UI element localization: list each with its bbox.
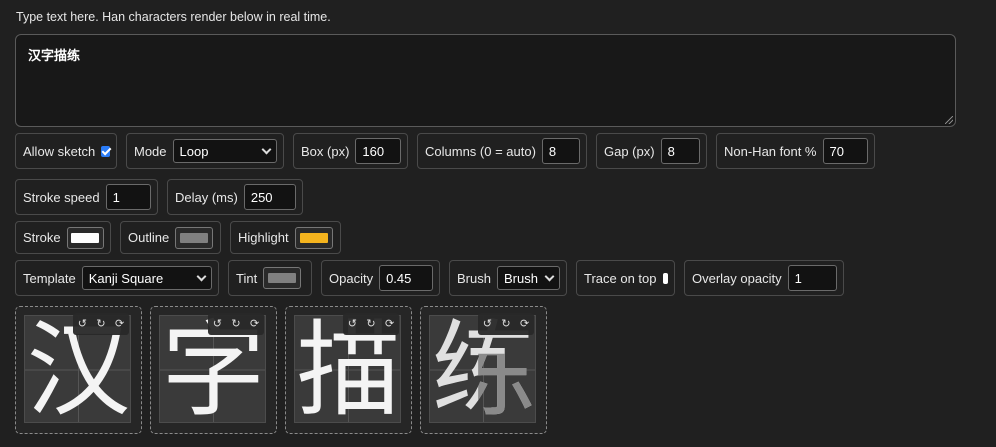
- highlight-color-control: Highlight: [230, 221, 341, 254]
- practice-cell[interactable]: 字 ↺ ↻ ⟳: [150, 306, 277, 434]
- tint-color-control: Tint: [228, 260, 312, 296]
- chevron-down-icon: [544, 271, 555, 281]
- undo-icon[interactable]: ↺: [483, 318, 492, 330]
- columns-control: Columns (0 = auto) 8: [417, 133, 587, 169]
- stroke-color-control: Stroke: [15, 221, 111, 254]
- stroke-speed-input-value: 1: [112, 189, 120, 205]
- overlay-opacity-label: Overlay opacity: [692, 270, 782, 286]
- allow-sketch-label: Allow sketch: [23, 143, 96, 159]
- redo-icon[interactable]: ↻: [501, 318, 510, 330]
- highlight-color-picker[interactable]: [294, 226, 333, 249]
- tint-color-picker[interactable]: [263, 267, 302, 289]
- overlay-opacity-control: Overlay opacity 1: [684, 260, 844, 296]
- template-label: Template: [23, 270, 76, 286]
- box-input-value: 160: [362, 143, 385, 159]
- chevron-down-icon: [261, 144, 272, 154]
- brush-select-value: Brush: [503, 270, 538, 286]
- allow-sketch-checkbox[interactable]: [101, 145, 110, 157]
- highlight-color-swatch: [299, 232, 328, 243]
- stroke-speed-input[interactable]: 1: [105, 184, 151, 210]
- replay-icon[interactable]: ⟳: [385, 318, 394, 330]
- tint-color-label: Tint: [236, 270, 258, 286]
- cell-toolbar: ↺ ↻ ⟳: [73, 313, 129, 335]
- allow-sketch-control: Allow sketch: [15, 133, 117, 169]
- undo-icon[interactable]: ↺: [78, 318, 87, 330]
- box-label: Box (px): [301, 143, 350, 159]
- highlight-color-label: Highlight: [238, 230, 289, 245]
- brush-label: Brush: [457, 270, 491, 286]
- text-input-area[interactable]: 汉字描练: [15, 34, 956, 127]
- nonhan-font-label: Non-Han font %: [724, 143, 817, 159]
- replay-icon[interactable]: ⟳: [520, 318, 529, 330]
- mode-select-value: Loop: [179, 143, 209, 159]
- opacity-input-value: 0.45: [386, 270, 412, 286]
- nonhan-font-input-value: 70: [829, 143, 844, 159]
- mode-control: Mode Loop: [126, 133, 284, 169]
- box-control: Box (px) 160: [293, 133, 408, 169]
- resize-handle[interactable]: [945, 116, 953, 124]
- practice-cell[interactable]: 汉 ↺ ↻ ⟳: [15, 306, 142, 434]
- trace-on-top-checkbox[interactable]: [662, 272, 668, 284]
- trace-on-top-label: Trace on top: [584, 270, 657, 286]
- cell-toolbar: ↺ ↻ ⟳: [478, 313, 534, 335]
- outline-color-label: Outline: [128, 230, 170, 245]
- box-input[interactable]: 160: [355, 138, 401, 164]
- undo-icon[interactable]: ↺: [213, 318, 222, 330]
- delay-input[interactable]: 250: [243, 184, 296, 210]
- replay-icon[interactable]: ⟳: [115, 318, 124, 330]
- cell-toolbar: ↺ ↻ ⟳: [343, 313, 399, 335]
- nonhan-font-control: Non-Han font % 70: [716, 133, 875, 169]
- settings-row-4: Template Kanji Square Tint Opacity 0.45 …: [15, 260, 844, 296]
- template-control: Template Kanji Square: [15, 260, 219, 296]
- brush-control: Brush Brush: [449, 260, 567, 296]
- redo-icon[interactable]: ↻: [231, 318, 240, 330]
- cell-toolbar: ↺ ↻ ⟳: [208, 313, 264, 335]
- instruction-text: Type text here. Han characters render be…: [16, 10, 331, 24]
- settings-row-2: Stroke speed 1 Delay (ms) 250: [15, 179, 303, 215]
- redo-icon[interactable]: ↻: [96, 318, 105, 330]
- mode-select[interactable]: Loop: [172, 139, 277, 163]
- delay-input-value: 250: [250, 189, 273, 205]
- practice-cell[interactable]: 描 ↺ ↻ ⟳: [285, 306, 412, 434]
- stroke-color-swatch: [71, 232, 100, 243]
- overlay-opacity-input-value: 1: [794, 270, 802, 286]
- opacity-input[interactable]: 0.45: [379, 265, 433, 291]
- opacity-label: Opacity: [329, 270, 374, 286]
- delay-label: Delay (ms): [175, 189, 238, 205]
- outline-color-control: Outline: [120, 221, 221, 254]
- replay-icon[interactable]: ⟳: [250, 318, 259, 330]
- template-select[interactable]: Kanji Square: [81, 266, 212, 290]
- stroke-speed-control: Stroke speed 1: [15, 179, 158, 215]
- trace-on-top-control: Trace on top: [576, 260, 675, 296]
- stroke-color-label: Stroke: [23, 230, 61, 245]
- tint-color-swatch: [268, 273, 297, 283]
- outline-color-swatch: [180, 232, 209, 243]
- practice-cells: 汉 ↺ ↻ ⟳ 字 ↺ ↻ ⟳ 描 ↺ ↻ ⟳ 练 练 ↺ ↻ ⟳: [15, 306, 547, 434]
- template-select-value: Kanji Square: [88, 270, 164, 286]
- chevron-down-icon: [196, 271, 207, 281]
- opacity-control: Opacity 0.45: [321, 260, 440, 296]
- gap-input-value: 8: [667, 143, 675, 159]
- settings-row-3: Stroke Outline Highlight: [15, 221, 341, 254]
- stroke-speed-label: Stroke speed: [23, 189, 100, 205]
- undo-icon[interactable]: ↺: [348, 318, 357, 330]
- settings-row-1: Allow sketch Mode Loop Box (px) 160 Colu…: [15, 133, 875, 169]
- mode-label: Mode: [134, 143, 167, 159]
- gap-label: Gap (px): [604, 143, 655, 159]
- gap-control: Gap (px) 8: [596, 133, 707, 169]
- stroke-color-picker[interactable]: [66, 226, 104, 249]
- gap-input[interactable]: 8: [660, 138, 700, 164]
- columns-input[interactable]: 8: [541, 138, 580, 164]
- columns-label: Columns (0 = auto): [425, 143, 536, 159]
- overlay-opacity-input[interactable]: 1: [787, 265, 837, 291]
- nonhan-font-input[interactable]: 70: [822, 138, 868, 164]
- columns-input-value: 8: [548, 143, 557, 159]
- delay-control: Delay (ms) 250: [167, 179, 303, 215]
- outline-color-picker[interactable]: [175, 226, 214, 249]
- text-input-value: 汉字描练: [28, 49, 81, 64]
- brush-select[interactable]: Brush: [496, 266, 560, 290]
- redo-icon[interactable]: ↻: [366, 318, 375, 330]
- practice-cell[interactable]: 练 练 ↺ ↻ ⟳: [420, 306, 547, 434]
